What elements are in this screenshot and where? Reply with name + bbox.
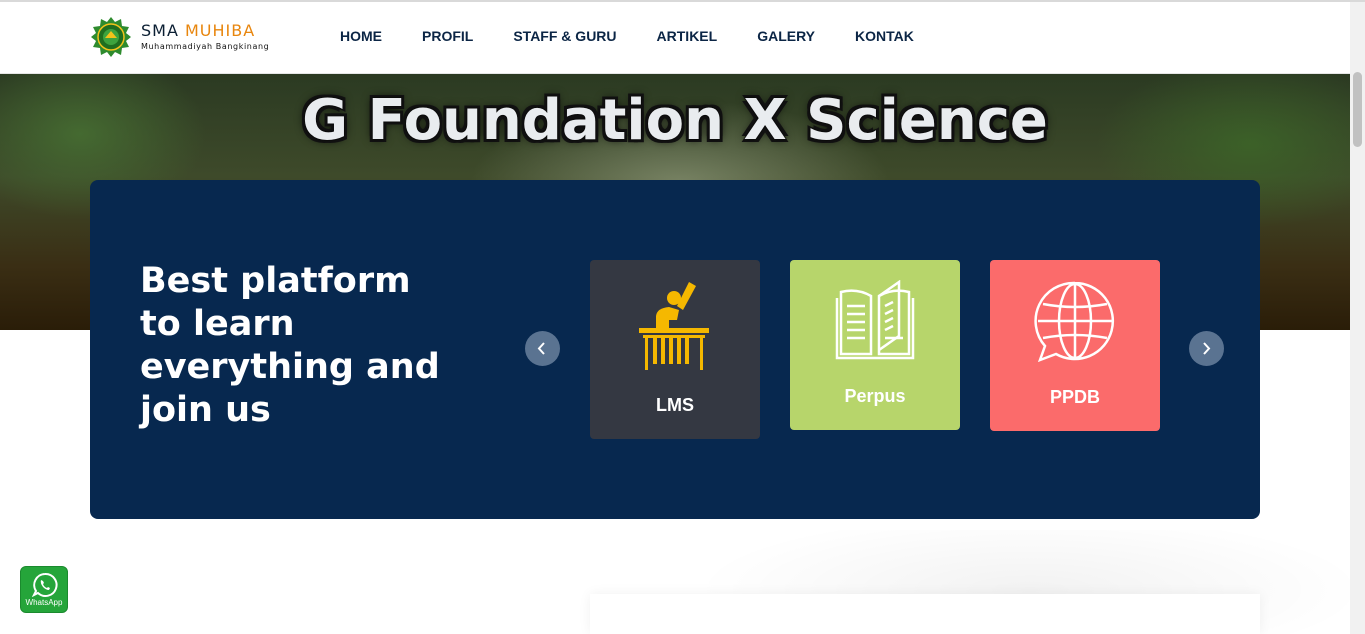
brand-name-part2: MUHIBA <box>185 21 256 40</box>
nav-staff-guru[interactable]: STAFF & GURU <box>513 28 616 44</box>
card-ppdb[interactable]: PPDB <box>990 260 1160 431</box>
card-perpus-label: Perpus <box>844 386 906 406</box>
nav-profil[interactable]: PROFIL <box>422 28 473 44</box>
nav-artikel[interactable]: ARTIKEL <box>657 28 718 44</box>
card-perpus[interactable]: Perpus <box>790 260 960 430</box>
brand-name: SMA MUHIBA <box>141 22 269 40</box>
whatsapp-label: WhatsApp <box>25 598 63 607</box>
main-nav: HOME PROFIL STAFF & GURU ARTIKEL GALERY … <box>340 28 954 44</box>
site-header: SMA MUHIBA Muhammadiyah Bangkinang HOME … <box>0 2 1350 74</box>
feature-panel: Best platform to learn everything and jo… <box>90 180 1260 519</box>
chevron-left-icon <box>537 342 545 355</box>
brand-name-part1: SMA <box>141 21 185 40</box>
whatsapp-icon <box>32 572 58 598</box>
card-lms-label: LMS <box>656 395 694 415</box>
brand[interactable]: SMA MUHIBA Muhammadiyah Bangkinang <box>141 22 270 52</box>
chevron-right-icon <box>1203 342 1211 355</box>
scrollbar-thumb[interactable] <box>1353 72 1362 147</box>
school-logo-icon[interactable] <box>90 16 132 58</box>
whatsapp-button[interactable]: WhatsApp <box>20 566 68 613</box>
carousel-next-button[interactable] <box>1189 331 1224 366</box>
brand-subtitle: Muhammadiyah Bangkinang <box>141 42 270 51</box>
open-book-icon <box>835 280 915 360</box>
nav-galery[interactable]: GALERY <box>757 28 815 44</box>
feature-heading: Best platform to learn everything and jo… <box>140 261 440 430</box>
page-scrollbar[interactable] <box>1350 2 1365 634</box>
globe-chat-icon <box>1034 281 1115 362</box>
card-ppdb-label: PPDB <box>1049 387 1100 407</box>
nav-home[interactable]: HOME <box>340 28 382 44</box>
hero-banner-text: G Foundation X Science <box>302 88 1048 153</box>
student-desk-icon <box>639 282 709 370</box>
card-lms[interactable]: LMS <box>590 260 760 439</box>
nav-kontak[interactable]: KONTAK <box>855 28 914 44</box>
lower-content-card <box>590 594 1260 634</box>
carousel-prev-button[interactable] <box>525 331 560 366</box>
